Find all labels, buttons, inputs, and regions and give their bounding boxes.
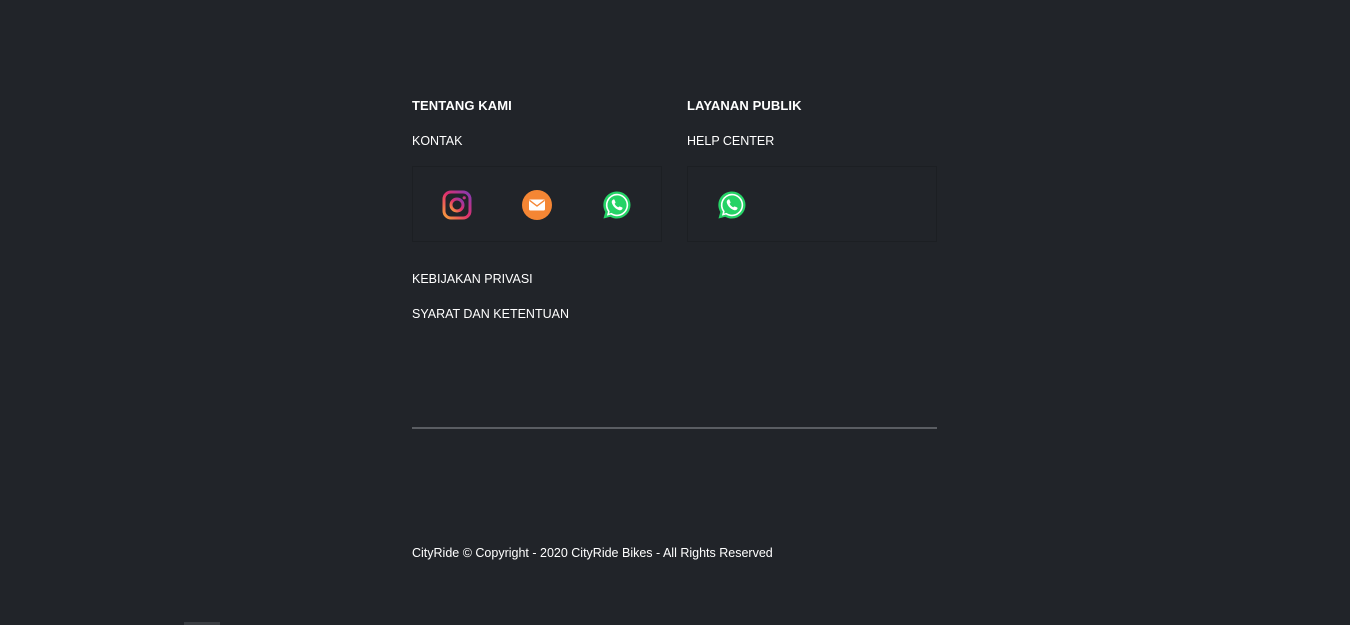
terms-link[interactable]: SYARAT DAN KETENTUAN xyxy=(412,304,569,324)
public-service-heading: LAYANAN PUBLIK xyxy=(687,98,802,113)
site-footer: TENTANG KAMI KONTAK LAYANAN PUBLIK HELP … xyxy=(0,0,1350,625)
public-service-column: LAYANAN PUBLIK HELP CENTER xyxy=(687,96,937,242)
copyright-text: CityRide © Copyright - 2020 CityRide Bik… xyxy=(412,546,773,560)
policy-links: KEBIJAKAN PRIVASI SYARAT DAN KETENTUAN xyxy=(412,269,569,339)
whatsapp-icon[interactable] xyxy=(717,190,747,220)
contact-link[interactable]: KONTAK xyxy=(412,131,662,151)
help-center-link[interactable]: HELP CENTER xyxy=(687,131,937,151)
privacy-policy-link[interactable]: KEBIJAKAN PRIVASI xyxy=(412,269,569,289)
email-icon[interactable] xyxy=(522,190,552,220)
about-column: TENTANG KAMI KONTAK xyxy=(412,96,662,242)
whatsapp-icon[interactable] xyxy=(602,190,632,220)
about-heading: TENTANG KAMI xyxy=(412,98,512,113)
instagram-icon[interactable] xyxy=(442,190,472,220)
contact-icons-box xyxy=(412,166,662,242)
help-icons-box xyxy=(687,166,937,242)
footer-divider xyxy=(412,427,937,429)
